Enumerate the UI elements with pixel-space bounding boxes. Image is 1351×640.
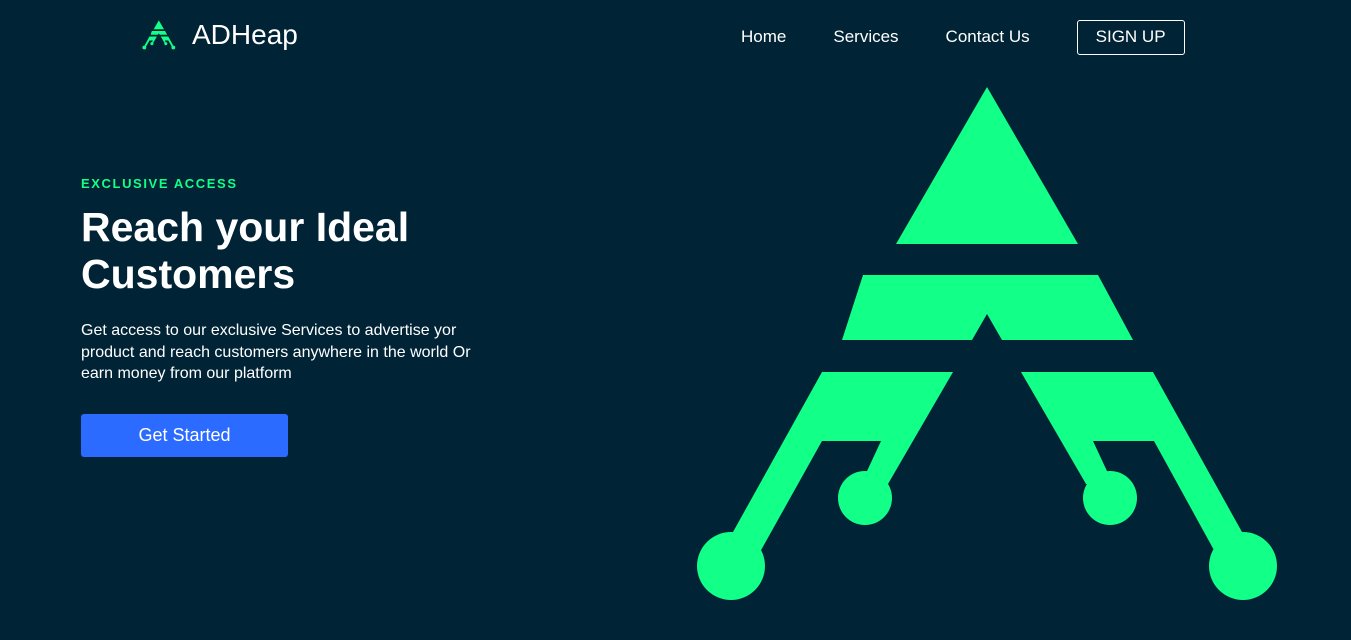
brand-link[interactable]: ADHeap [142,18,298,52]
main-nav: Home Services Contact Us SIGN UP [741,19,1185,55]
nav-home-link[interactable]: Home [741,27,786,47]
nav-contact-link[interactable]: Contact Us [946,27,1030,47]
landing-page: ADHeap Home Services Contact Us SIGN UP … [0,0,1351,640]
signup-button[interactable]: SIGN UP [1076,19,1185,55]
adheap-logo-icon [142,20,176,50]
nav-services-link[interactable]: Services [833,27,898,47]
brand-name: ADHeap [192,19,298,50]
get-started-button[interactable]: Get Started [81,414,288,457]
hero-description: Get access to our exclusive Services to … [81,322,471,382]
hero-title: Reach your Ideal Customers [81,204,410,297]
adheap-logo-large [697,87,1277,600]
hero-eyebrow: EXCLUSIVE ACCESS [81,176,238,191]
